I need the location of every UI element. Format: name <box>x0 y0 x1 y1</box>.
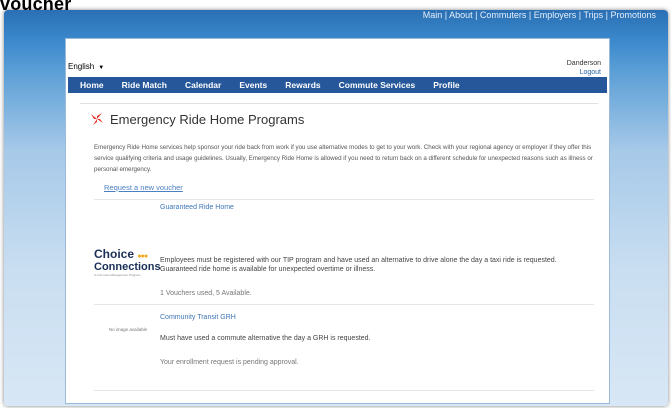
choice-connections-logo: Choice ●●● Connections A Commute Managem… <box>94 247 161 277</box>
language-value: English <box>68 62 95 71</box>
screenshot: voucher Main | About | Commuters | Emplo… <box>0 0 671 408</box>
language-select[interactable]: English ▼ <box>68 62 104 71</box>
program-text: Must have used a commute alternative the… <box>160 335 371 342</box>
main-content: Emergency Ride Home Programs Emergency R… <box>80 103 598 393</box>
logo-tagline: A Commute Management Program <box>94 273 141 277</box>
divider <box>94 390 594 391</box>
user-box: Danderson Logout <box>567 59 601 77</box>
logout-link[interactable]: Logout <box>567 68 601 77</box>
program-title[interactable]: Guaranteed Ride Home <box>160 204 234 211</box>
page-panel: English ▼ Danderson Logout Home Ride Matc… <box>65 38 610 404</box>
logo-line1: Choice <box>94 247 135 261</box>
program-title[interactable]: Community Transit GRH <box>160 314 236 321</box>
request-voucher-link[interactable]: Request a new voucher <box>104 183 183 192</box>
chevron-down-icon: ▼ <box>98 65 105 71</box>
page-header: Emergency Ride Home Programs <box>88 110 304 128</box>
dots-icon: ●●● <box>137 253 148 260</box>
main-nav: Home Ride Match Calendar Events Rewards … <box>68 77 607 93</box>
program-text: Employees must be registered with our TI… <box>160 257 557 273</box>
nav-profile[interactable]: Profile <box>433 80 459 90</box>
logo-line2: Connections <box>94 261 161 273</box>
nav-home[interactable]: Home <box>80 80 104 90</box>
top-links[interactable]: Main | About | Commuters | Employers | T… <box>423 10 656 20</box>
pinwheel-icon <box>91 113 103 125</box>
divider <box>94 199 594 200</box>
no-image-placeholder: No image available <box>108 327 148 332</box>
nav-commute-services[interactable]: Commute Services <box>339 80 416 90</box>
page-title: Emergency Ride Home Programs <box>110 111 305 127</box>
browser-frame: Main | About | Commuters | Employers | T… <box>4 10 668 406</box>
nav-events[interactable]: Events <box>239 80 267 90</box>
divider <box>94 304 594 305</box>
nav-calendar[interactable]: Calendar <box>185 80 221 90</box>
user-name: Danderson <box>566 60 601 67</box>
page-description: Emergency Ride Home services help sponso… <box>94 144 593 173</box>
program-status: 1 Vouchers used, 5 Available. <box>160 290 252 297</box>
nav-rewards[interactable]: Rewards <box>285 80 320 90</box>
program-status: Your enrollment request is pending appro… <box>160 359 299 366</box>
nav-ride-match[interactable]: Ride Match <box>122 80 167 90</box>
